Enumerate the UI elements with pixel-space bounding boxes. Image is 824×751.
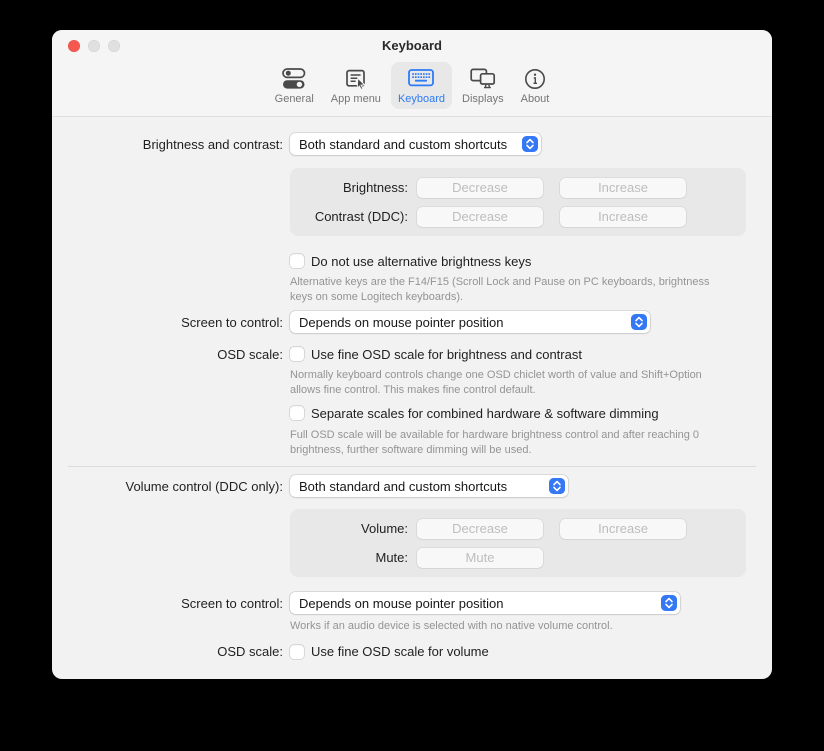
titlebar[interactable]: Keyboard: [52, 30, 772, 60]
traffic-lights: [68, 40, 120, 52]
tab-keyboard-label: Keyboard: [398, 93, 445, 105]
fine-osd-row: Use fine OSD scale for brightness and co…: [290, 347, 582, 362]
separate-scales-row: Separate scales for combined hardware & …: [290, 402, 772, 424]
screen-to-control-row-1: Screen to control: Depends on mouse poin…: [52, 311, 772, 333]
tab-displays-label: Displays: [462, 93, 504, 105]
popup-stepper-icon: [549, 478, 565, 494]
volume-control-label: Volume control (DDC only):: [52, 479, 283, 494]
brightness-contrast-label: Brightness and contrast:: [52, 137, 283, 152]
minimize-button[interactable]: [88, 40, 100, 52]
osd-scale-row-1: OSD scale: Use fine OSD scale for bright…: [52, 343, 772, 365]
alt-brightness-keys-checkbox[interactable]: [290, 254, 304, 268]
tab-general[interactable]: General: [268, 62, 321, 109]
screen-to-control-value-2: Depends on mouse pointer position: [299, 596, 504, 611]
tab-about-label: About: [521, 93, 550, 105]
mute-label: Mute:: [290, 550, 408, 565]
info-icon: [523, 65, 547, 92]
toolbar: General App menu: [52, 60, 772, 116]
fine-osd-checkbox[interactable]: [290, 347, 304, 361]
contrast-increase-button[interactable]: Increase: [560, 207, 686, 227]
mute-button[interactable]: Mute: [417, 548, 543, 568]
brightness-buttons-panel: Brightness: Decrease Increase Contrast (…: [290, 168, 746, 236]
volume-shortcuts-popup[interactable]: Both standard and custom shortcuts: [290, 475, 568, 497]
tab-app-menu-label: App menu: [331, 93, 381, 105]
popup-stepper-icon: [661, 595, 677, 611]
volume-increase-button[interactable]: Increase: [560, 519, 686, 539]
mute-row: Mute: Mute: [290, 543, 746, 572]
separate-scales-label: Separate scales for combined hardware & …: [311, 406, 659, 421]
alt-brightness-keys-help: Alternative keys are the F14/F15 (Scroll…: [290, 275, 735, 304]
app-menu-icon: [344, 65, 368, 92]
fine-osd-label: Use fine OSD scale for brightness and co…: [311, 347, 582, 362]
separate-scales-checkbox[interactable]: [290, 406, 304, 420]
separate-scales-help: Full OSD scale will be available for har…: [290, 428, 735, 457]
volume-label: Volume:: [290, 521, 408, 536]
screen-to-control-popup-1[interactable]: Depends on mouse pointer position: [290, 311, 650, 333]
section-divider: [68, 466, 756, 467]
volume-buttons-panel: Volume: Decrease Increase Mute: Mute: [290, 509, 746, 577]
popup-stepper-icon: [522, 136, 538, 152]
fine-osd-volume-row: Use fine OSD scale for volume: [290, 644, 489, 659]
zoom-button[interactable]: [108, 40, 120, 52]
brightness-decrease-button[interactable]: Decrease: [417, 178, 543, 198]
tab-app-menu[interactable]: App menu: [324, 62, 388, 109]
screen-to-control-label-1: Screen to control:: [52, 315, 283, 330]
osd-scale-row-2: OSD scale: Use fine OSD scale for volume: [52, 641, 772, 663]
keyboard-icon: [408, 65, 434, 92]
tab-displays[interactable]: Displays: [455, 62, 511, 109]
toggles-icon: [282, 65, 306, 92]
screen-to-control-label-2: Screen to control:: [52, 596, 283, 611]
brightness-shortcuts-popup[interactable]: Both standard and custom shortcuts: [290, 133, 541, 155]
volume-shortcuts-value: Both standard and custom shortcuts: [299, 479, 507, 494]
brightness-contrast-row: Brightness and contrast: Both standard a…: [52, 133, 772, 155]
window-header: Keyboard General: [52, 30, 772, 117]
screen-to-control-value-1: Depends on mouse pointer position: [299, 315, 504, 330]
osd-scale-label-1: OSD scale:: [52, 347, 283, 362]
alt-brightness-keys-row: Do not use alternative brightness keys: [290, 250, 772, 272]
brightness-label: Brightness:: [290, 180, 408, 195]
screen-to-control-help: Works if an audio device is selected wit…: [290, 619, 735, 634]
preferences-window: Keyboard General: [52, 30, 772, 679]
fine-osd-help: Normally keyboard controls change one OS…: [290, 368, 735, 397]
osd-scale-label-2: OSD scale:: [52, 644, 283, 659]
volume-row: Volume: Decrease Increase: [290, 514, 746, 543]
close-button[interactable]: [68, 40, 80, 52]
fine-osd-volume-label: Use fine OSD scale for volume: [311, 644, 489, 659]
tab-keyboard[interactable]: Keyboard: [391, 62, 452, 109]
brightness-shortcuts-value: Both standard and custom shortcuts: [299, 137, 507, 152]
volume-decrease-button[interactable]: Decrease: [417, 519, 543, 539]
brightness-increase-button[interactable]: Increase: [560, 178, 686, 198]
screen-to-control-popup-2[interactable]: Depends on mouse pointer position: [290, 592, 680, 614]
alt-brightness-keys-label: Do not use alternative brightness keys: [311, 254, 531, 269]
contrast-decrease-button[interactable]: Decrease: [417, 207, 543, 227]
contrast-label: Contrast (DDC):: [290, 209, 408, 224]
brightness-row: Brightness: Decrease Increase: [290, 173, 746, 202]
screen-to-control-row-2: Screen to control: Depends on mouse poin…: [52, 592, 772, 614]
popup-stepper-icon: [631, 314, 647, 330]
volume-control-row: Volume control (DDC only): Both standard…: [52, 475, 772, 497]
tab-general-label: General: [275, 93, 314, 105]
contrast-row: Contrast (DDC): Decrease Increase: [290, 202, 746, 231]
fine-osd-volume-checkbox[interactable]: [290, 645, 304, 659]
displays-icon: [470, 65, 496, 92]
window-title: Keyboard: [382, 38, 442, 53]
keyboard-pane: Brightness and contrast: Both standard a…: [52, 133, 772, 663]
tab-about[interactable]: About: [514, 62, 557, 109]
